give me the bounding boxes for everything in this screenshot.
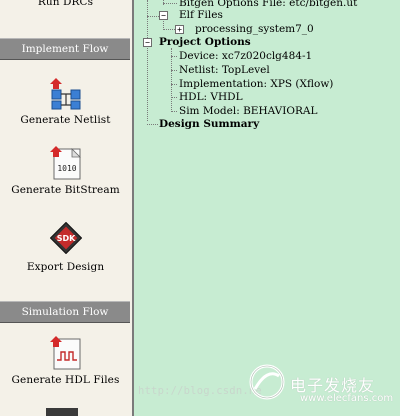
tree-item-device[interactable]: Device: xc7z020clg484-1 (179, 50, 312, 63)
elecfans-logo-icon (249, 364, 285, 400)
run-drcs-label: Run DRCs (37, 0, 94, 8)
design-flow-panel: Run DRCs Implement Flow Generate Netlist… (0, 0, 134, 416)
implement-flow-header: Implement Flow (0, 38, 130, 60)
tree-item-label: Project Options (159, 36, 251, 48)
tree-item-label: HDL: VHDL (179, 91, 243, 103)
tree-item-sim-model[interactable]: Sim Model: BEHAVIORAL (179, 105, 317, 118)
tree-connector (163, 3, 177, 4)
tree-item-label: Sim Model: BEHAVIORAL (179, 105, 318, 117)
tree-item-elf-files[interactable]: Elf Files (179, 9, 223, 22)
generate-bitstream-label: Generate BitStream (11, 184, 120, 196)
tree-connector (147, 0, 148, 42)
bitstream-icon-text: 1010 (57, 164, 76, 173)
tree-item-label: Bitgen Options File: etc/bitgen.ut (179, 0, 358, 9)
processing-system-expand-toggle[interactable]: + (175, 25, 184, 34)
tree-connector (147, 46, 148, 121)
generate-netlist-button[interactable]: Generate Netlist (0, 76, 131, 126)
watermark-url: http://blog.csdn.ne (138, 385, 262, 397)
netlist-icon (49, 78, 80, 110)
simulation-flow-header: Simulation Flow (0, 301, 130, 323)
tree-item-label: Implementation: XPS (Xflow) (179, 78, 334, 90)
generate-bitstream-button[interactable]: 1010 Generate BitStream (0, 146, 131, 196)
sdk-icon: SDK (49, 222, 82, 254)
hdl-files-icon (49, 336, 80, 370)
tree-item-implementation[interactable]: Implementation: XPS (Xflow) (179, 78, 333, 91)
tree-item-label: Netlist: TopLevel (179, 64, 270, 76)
tree-item-netlist[interactable]: Netlist: TopLevel (179, 64, 270, 77)
watermark-site: www.elecfans.com (300, 393, 394, 404)
sdk-icon-text: SDK (56, 234, 75, 243)
tree-connector (171, 48, 172, 112)
next-step-icon (46, 408, 78, 416)
project-options-collapse-toggle[interactable]: − (143, 38, 152, 47)
project-tree: Bitgen Options File: etc/bitgen.ut − Elf… (134, 0, 400, 416)
generate-hdl-files-button[interactable]: Generate HDL Files (0, 336, 131, 386)
tree-item-label: Elf Files (179, 9, 223, 21)
elf-files-collapse-toggle[interactable]: − (159, 11, 168, 20)
tree-connector (171, 84, 177, 85)
tree-connector (171, 97, 177, 98)
run-drcs-button[interactable]: Run DRCs (0, 0, 131, 8)
tree-connector (147, 124, 158, 125)
tree-item-design-summary[interactable]: Design Summary (159, 118, 259, 131)
bitstream-icon: 1010 (49, 146, 81, 180)
tree-item-hdl[interactable]: HDL: VHDL (179, 91, 243, 104)
project-tree-panel: Bitgen Options File: etc/bitgen.ut − Elf… (134, 0, 400, 416)
export-design-button[interactable]: SDK Export Design (0, 222, 131, 273)
tree-connector (171, 111, 177, 112)
tree-item-label: processing_system7_0 (195, 23, 314, 35)
tree-item-project-options[interactable]: Project Options (159, 36, 251, 49)
tree-item-label: Device: xc7z020clg484-1 (179, 50, 313, 62)
tree-connector (171, 70, 177, 71)
generate-hdl-files-label: Generate HDL Files (11, 374, 120, 386)
tree-item-label: Design Summary (159, 118, 260, 130)
tree-connector (171, 56, 177, 57)
export-design-label: Export Design (26, 261, 105, 273)
generate-netlist-label: Generate Netlist (20, 114, 111, 126)
tree-item-processing-system[interactable]: processing_system7_0 (195, 23, 314, 36)
